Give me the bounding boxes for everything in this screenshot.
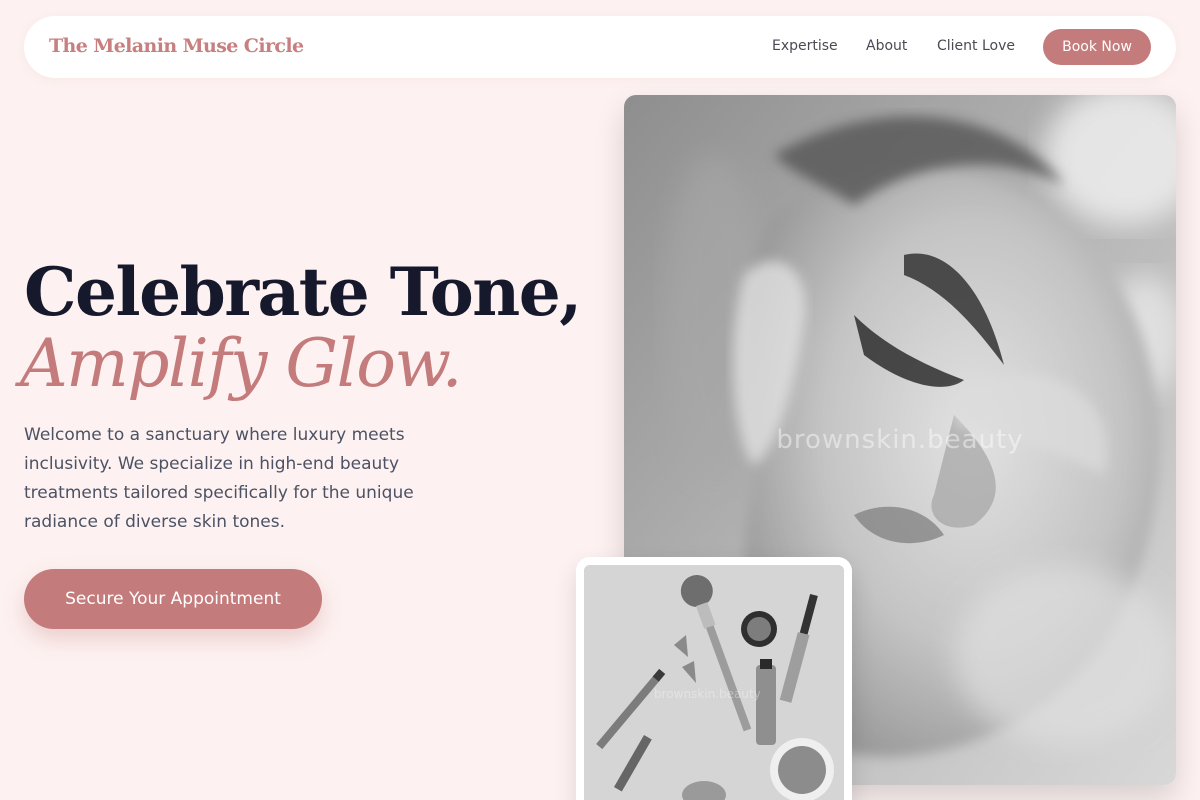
book-now-button[interactable]: Book Now xyxy=(1043,29,1151,65)
makeup-tools-illustration xyxy=(584,565,844,800)
secure-appointment-button[interactable]: Secure Your Appointment xyxy=(24,569,322,629)
nav-link-client-love[interactable]: Client Love xyxy=(937,38,1015,54)
nav-link-about[interactable]: About xyxy=(866,38,907,54)
makeup-tools-image: brownskin.beauty xyxy=(584,565,844,800)
nav-link-expertise[interactable]: Expertise xyxy=(772,38,838,54)
hero-intro-text: Welcome to a sanctuary where luxury meet… xyxy=(24,425,414,532)
top-navbar: The Melanin Muse Circle Expertise About … xyxy=(24,16,1176,78)
makeup-tools-card: brownskin.beauty xyxy=(576,557,852,800)
hero-headline-line1: Celebrate Tone, xyxy=(24,253,582,331)
image-watermark: brownskin.beauty xyxy=(776,425,1024,455)
secondary-image-watermark: brownskin.beauty xyxy=(654,687,761,701)
brand-logo[interactable]: The Melanin Muse Circle xyxy=(49,35,304,57)
hero-headline-line2: Amplify Glow. xyxy=(20,325,463,402)
